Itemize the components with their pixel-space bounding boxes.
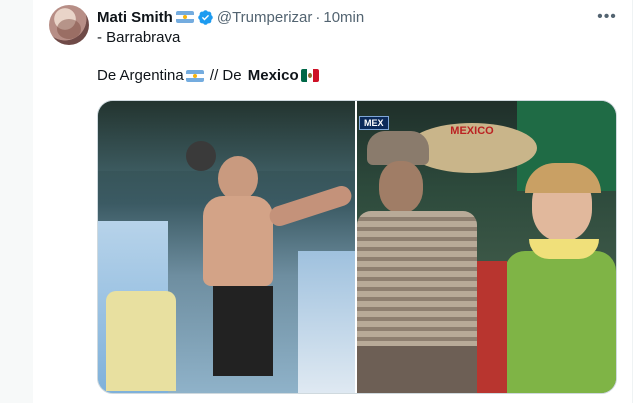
tweet-text-part1: De Argentina (97, 67, 184, 84)
raised-arm (266, 183, 355, 229)
yellow-collar (529, 239, 599, 259)
argentina-flag-icon (185, 69, 204, 82)
verified-badge-icon (197, 9, 214, 26)
right-scroll-edge (632, 0, 641, 403)
argentina-fans-photo[interactable] (98, 101, 355, 393)
fan-cap (186, 141, 216, 171)
argentina-flag-icon (175, 11, 194, 23)
red-sleeve (477, 261, 507, 393)
tweet-media-grid: MEX MEXICO (97, 100, 617, 394)
fan-yellow-shirt (106, 291, 176, 391)
left-sidebar-background (0, 0, 33, 403)
tweet-card[interactable]: Mati Smith @Trumperizar · 10min ••• - Ba… (34, 0, 631, 403)
more-options-icon[interactable]: ••• (594, 6, 620, 28)
author-subline: - Barrabrava (97, 29, 181, 46)
mex-overlay-tag: MEX (359, 116, 389, 130)
tweet-header: Mati Smith @Trumperizar · 10min (97, 7, 364, 27)
tweet-text: De Argentina // De Mexico (97, 67, 319, 84)
chavo-pants (357, 346, 477, 393)
author-name[interactable]: Mati Smith (97, 9, 173, 26)
green-dress (505, 251, 616, 393)
mexico-flag-icon (300, 69, 319, 82)
sombrero-text: MEXICO (450, 125, 494, 137)
shirtless-man-head (218, 156, 258, 201)
tweet-text-part2: // De (205, 67, 246, 84)
header-separator: · (315, 8, 321, 26)
chavo-face (379, 161, 423, 213)
black-shorts (213, 286, 273, 376)
avatar[interactable] (49, 5, 89, 45)
chavo-cap (367, 131, 429, 165)
tweet-text-bold: Mexico (247, 67, 299, 84)
tweet-timestamp[interactable]: 10min (323, 9, 364, 26)
shirtless-man-torso (203, 196, 273, 286)
author-handle[interactable]: @Trumperizar (217, 9, 313, 26)
mexico-fans-photo[interactable]: MEX MEXICO (357, 101, 616, 393)
fan-right (298, 251, 355, 393)
